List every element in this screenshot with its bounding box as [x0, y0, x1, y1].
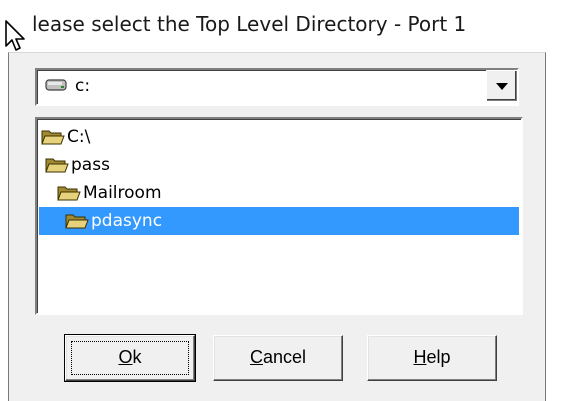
directory-label: pdasync [91, 211, 163, 231]
drive-icon [45, 79, 67, 91]
drive-select-value: c: [75, 76, 91, 96]
drive-select[interactable]: c: [35, 68, 519, 106]
cancel-button[interactable]: Cancel [213, 335, 343, 381]
screenshot-stage: lease select the Top Level Directory - P… [0, 0, 561, 401]
mouse-pointer-icon [5, 20, 25, 51]
folder-open-icon [57, 186, 81, 201]
help-button[interactable]: Help [367, 335, 497, 381]
dialog-titlebar[interactable]: lease select the Top Level Directory - P… [0, 0, 561, 52]
directory-item-root[interactable]: C:\ [41, 123, 94, 151]
directory-label: C:\ [67, 127, 91, 147]
directory-item-pass[interactable]: pass [45, 151, 114, 179]
folder-open-icon [65, 214, 89, 229]
ok-button[interactable]: Ok [64, 334, 196, 382]
directory-item-mailroom[interactable]: Mailroom [57, 179, 166, 207]
folder-open-icon [45, 158, 69, 173]
drive-dropdown-button[interactable] [486, 70, 517, 101]
directory-label: Mailroom [83, 183, 162, 203]
dialog-body: c: C:\ pass Mailroom pdasync Ok Cancel H… [8, 52, 546, 401]
dialog-title: lease select the Top Level Directory - P… [32, 12, 467, 36]
ok-button-label: Ok [118, 347, 142, 367]
cancel-button-label: Cancel [249, 347, 307, 367]
directory-label: pass [71, 155, 110, 175]
chevron-down-icon [496, 83, 508, 90]
directory-list[interactable]: C:\ pass Mailroom pdasync [35, 117, 523, 315]
directory-item-pdasync[interactable]: pdasync [39, 207, 519, 235]
help-button-label: Help [413, 347, 451, 367]
folder-open-icon [41, 130, 65, 145]
